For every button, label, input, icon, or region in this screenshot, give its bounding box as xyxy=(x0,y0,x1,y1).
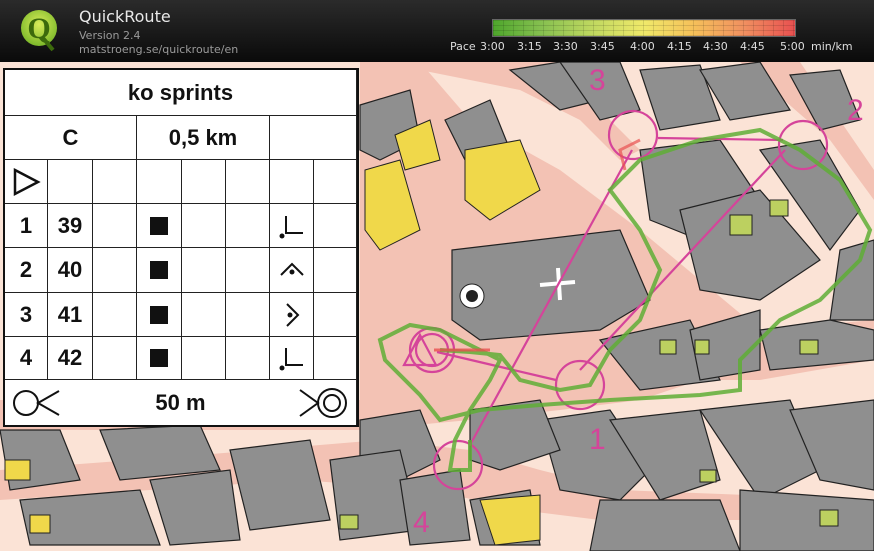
pace-tick: 4:15 xyxy=(667,40,692,53)
pace-color-scale xyxy=(492,19,796,37)
control-description-card: ko sprints C 0,5 km 1 39 2 40 3 41 4 42 xyxy=(3,68,359,427)
building-symbol-icon xyxy=(137,204,182,248)
empty-cell xyxy=(226,160,270,204)
control-number: 3 xyxy=(5,293,48,337)
north-corner-icon xyxy=(270,248,314,293)
empty-cell xyxy=(93,248,137,293)
pace-tick: 3:15 xyxy=(517,40,542,53)
east-corner-icon xyxy=(270,293,314,337)
building-symbol-icon xyxy=(137,248,182,293)
building-symbol-icon xyxy=(137,337,182,380)
pace-tick: 5:00 xyxy=(780,40,805,53)
empty-cell xyxy=(314,248,357,293)
building-symbol-icon xyxy=(137,293,182,337)
empty-cell xyxy=(182,337,226,380)
pace-label: Pace xyxy=(450,40,476,53)
map-control-number: 4 xyxy=(413,506,430,539)
pace-tick: 3:30 xyxy=(553,40,578,53)
map-control-number: 1 xyxy=(589,423,606,456)
app-version: Version 2.4 xyxy=(79,29,141,42)
empty-cell xyxy=(93,293,137,337)
control-number: 1 xyxy=(5,204,48,248)
empty-cell xyxy=(182,293,226,337)
empty-cell xyxy=(182,248,226,293)
empty-cell xyxy=(270,160,314,204)
empty-cell xyxy=(314,293,357,337)
empty-cell xyxy=(137,160,182,204)
empty-cell xyxy=(314,160,357,204)
event-name: ko sprints xyxy=(5,70,357,116)
app-url[interactable]: matstroeng.se/quickroute/en xyxy=(79,43,238,56)
empty-cell xyxy=(93,160,137,204)
map-control-number: 2 xyxy=(847,94,864,127)
control-code: 41 xyxy=(48,293,93,337)
start-symbol-icon xyxy=(5,160,48,204)
empty-cell xyxy=(226,204,270,248)
empty-cell xyxy=(93,204,137,248)
monument-dot xyxy=(466,290,478,302)
control-code: 39 xyxy=(48,204,93,248)
finish-row: 50 m xyxy=(5,380,357,425)
empty-cell xyxy=(226,337,270,380)
empty-cell xyxy=(226,248,270,293)
course-name: C xyxy=(5,116,137,160)
pace-tick: 4:30 xyxy=(703,40,728,53)
finish-start-icon xyxy=(13,390,60,416)
finish-icon xyxy=(299,388,347,418)
empty-cell xyxy=(48,160,93,204)
empty-cell xyxy=(314,337,357,380)
pace-tick: 3:45 xyxy=(590,40,615,53)
pace-unit: min/km xyxy=(811,40,853,53)
empty-cell xyxy=(182,160,226,204)
pace-tick: 4:45 xyxy=(740,40,765,53)
control-number: 2 xyxy=(5,248,48,293)
control-code: 42 xyxy=(48,337,93,380)
map-control-number: 3 xyxy=(589,64,606,97)
control-code: 40 xyxy=(48,248,93,293)
app-title: QuickRoute xyxy=(79,7,171,26)
empty-cell xyxy=(226,293,270,337)
course-length: 0,5 km xyxy=(137,116,270,160)
pace-tick: 3:00 xyxy=(480,40,505,53)
title-bar: Q QuickRoute Version 2.4 matstroeng.se/q… xyxy=(0,0,874,62)
empty-cell xyxy=(182,204,226,248)
finish-distance: 50 m xyxy=(155,389,206,415)
climb-cell xyxy=(270,116,357,160)
inside-corner-icon xyxy=(270,204,314,248)
pace-tick: 4:00 xyxy=(630,40,655,53)
control-number: 4 xyxy=(5,337,48,380)
inside-corner-icon xyxy=(270,337,314,380)
empty-cell xyxy=(93,337,137,380)
empty-cell xyxy=(314,204,357,248)
quickroute-logo-icon: Q xyxy=(21,10,57,52)
